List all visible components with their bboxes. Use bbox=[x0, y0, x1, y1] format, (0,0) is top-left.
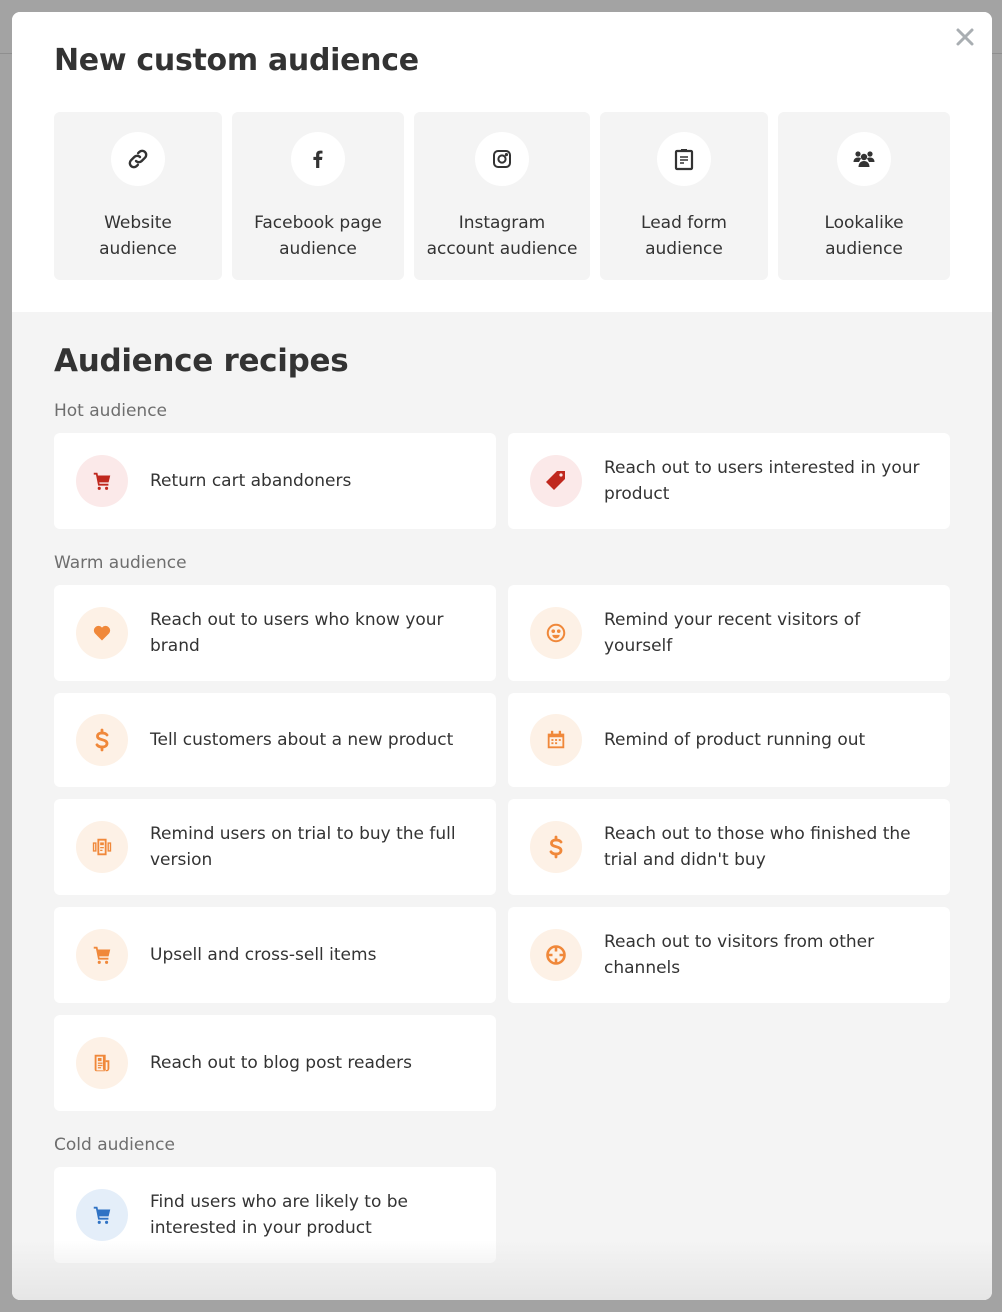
recipe-text: Upsell and cross-sell items bbox=[150, 945, 377, 965]
modal-title: New custom audience bbox=[54, 43, 419, 78]
recipe-new-product[interactable]: Tell customers about a new product bbox=[54, 693, 496, 787]
icon-circle bbox=[475, 132, 529, 186]
smiley-icon bbox=[546, 623, 566, 643]
close-button[interactable] bbox=[954, 26, 976, 48]
audience-type-label: Lookalike audience bbox=[824, 213, 904, 259]
audience-recipes-section: Audience recipes Hot audience Return car… bbox=[54, 312, 950, 1263]
icon-circle bbox=[530, 929, 582, 981]
icon-circle bbox=[837, 132, 891, 186]
audience-type-label: Facebook page audience bbox=[254, 213, 382, 259]
group-label-cold: Cold audience bbox=[54, 1135, 175, 1155]
recipe-upsell-cross-sell[interactable]: Upsell and cross-sell items bbox=[54, 907, 496, 1003]
crosshair-icon bbox=[546, 945, 566, 965]
recipe-blog-post-readers[interactable]: Reach out to blog post readers bbox=[54, 1015, 496, 1111]
icon-circle bbox=[76, 714, 128, 766]
dollar-icon bbox=[549, 835, 563, 859]
recipe-text: Reach out to visitors from other channel… bbox=[604, 932, 875, 978]
link-icon bbox=[128, 149, 148, 169]
icon-circle bbox=[291, 132, 345, 186]
icon-circle bbox=[76, 1037, 128, 1089]
backdrop-divider bbox=[0, 53, 12, 54]
icon-circle bbox=[530, 821, 582, 873]
recipe-text: Reach out to those who finished the tria… bbox=[604, 824, 911, 870]
recipe-remind-recent-visitors[interactable]: Remind your recent visitors of yourself bbox=[508, 585, 950, 681]
cold-audience-list: Find users who are likely to be interest… bbox=[54, 1167, 950, 1263]
audience-type-label: Instagram account audience bbox=[426, 213, 578, 259]
icon-circle bbox=[76, 455, 128, 507]
audience-type-instagram-account[interactable]: Instagram account audience bbox=[414, 112, 590, 280]
trial-icon bbox=[92, 838, 112, 856]
facebook-icon bbox=[313, 150, 323, 168]
recipe-text: Tell customers about a new product bbox=[150, 730, 454, 750]
heart-icon bbox=[93, 625, 111, 641]
recipe-text: Remind your recent visitors of yourself bbox=[604, 610, 861, 656]
group-label-warm: Warm audience bbox=[54, 553, 187, 573]
modal-header-section: New custom audience Website audience Fac… bbox=[12, 12, 992, 312]
users-icon bbox=[853, 151, 875, 167]
icon-circle bbox=[530, 714, 582, 766]
recipe-return-cart-abandoners[interactable]: Return cart abandoners bbox=[54, 433, 496, 529]
recipe-trial-users-buy-full[interactable]: Remind users on trial to buy the full ve… bbox=[54, 799, 496, 895]
audience-type-label: Lead form audience bbox=[641, 213, 727, 259]
new-custom-audience-modal: New custom audience Website audience Fac… bbox=[12, 12, 992, 1300]
cart-icon bbox=[93, 1206, 111, 1224]
hot-audience-list: Return cart abandoners Reach out to user… bbox=[54, 433, 950, 529]
calendar-icon bbox=[547, 730, 565, 749]
icon-circle bbox=[530, 607, 582, 659]
icon-circle bbox=[76, 929, 128, 981]
recipe-text: Remind of product running out bbox=[604, 730, 866, 750]
recipe-visitors-other-channels[interactable]: Reach out to visitors from other channel… bbox=[508, 907, 950, 1003]
cart-icon bbox=[93, 946, 111, 964]
recipe-finished-trial-didnt-buy[interactable]: Reach out to those who finished the tria… bbox=[508, 799, 950, 895]
newspaper-icon bbox=[94, 1054, 110, 1072]
icon-circle bbox=[530, 455, 582, 507]
recipe-text: Find users who are likely to be interest… bbox=[150, 1192, 409, 1238]
audience-type-lookalike[interactable]: Lookalike audience bbox=[778, 112, 950, 280]
warm-audience-list: Reach out to users who know your brand R… bbox=[54, 585, 950, 1111]
cart-icon bbox=[93, 472, 111, 490]
icon-circle bbox=[76, 607, 128, 659]
recipe-text: Reach out to users who know your brand bbox=[150, 610, 444, 656]
clipboard-icon bbox=[674, 149, 694, 171]
close-icon bbox=[956, 28, 974, 46]
icon-circle bbox=[76, 821, 128, 873]
group-label-hot: Hot audience bbox=[54, 401, 167, 421]
recipe-product-running-out[interactable]: Remind of product running out bbox=[508, 693, 950, 787]
backdrop-divider bbox=[992, 53, 1002, 54]
recipe-text: Reach out to users interested in your pr… bbox=[604, 458, 920, 504]
icon-circle bbox=[657, 132, 711, 186]
icon-circle bbox=[76, 1189, 128, 1241]
dollar-icon bbox=[95, 728, 109, 752]
recipe-text: Return cart abandoners bbox=[150, 471, 352, 491]
section-title: Audience recipes bbox=[54, 343, 349, 379]
icon-circle bbox=[111, 132, 165, 186]
recipe-users-interested-in-product[interactable]: Reach out to users interested in your pr… bbox=[508, 433, 950, 529]
audience-type-facebook-page[interactable]: Facebook page audience bbox=[232, 112, 404, 280]
audience-type-list: Website audience Facebook page audience bbox=[54, 112, 950, 280]
recipe-users-who-know-brand[interactable]: Reach out to users who know your brand bbox=[54, 585, 496, 681]
audience-type-lead-form[interactable]: Lead form audience bbox=[600, 112, 768, 280]
recipe-text: Reach out to blog post readers bbox=[150, 1053, 412, 1073]
audience-type-website[interactable]: Website audience bbox=[54, 112, 222, 280]
audience-type-label: Website audience bbox=[99, 213, 177, 259]
recipe-likely-interested-users[interactable]: Find users who are likely to be interest… bbox=[54, 1167, 496, 1263]
tag-icon bbox=[546, 471, 565, 490]
instagram-icon bbox=[493, 150, 511, 168]
recipe-text: Remind users on trial to buy the full ve… bbox=[150, 824, 456, 870]
